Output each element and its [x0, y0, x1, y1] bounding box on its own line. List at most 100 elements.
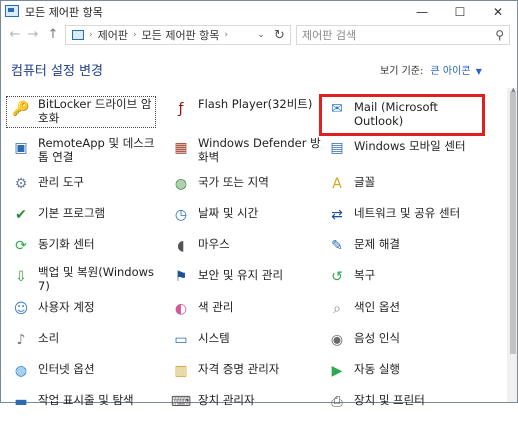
- search-placeholder: 제어판 검색: [302, 29, 357, 42]
- control-panel-item[interactable]: ⌕ 색인 옵션: [322, 296, 478, 328]
- system-icon: ▭: [174, 332, 188, 348]
- control-panel-item[interactable]: ⚙ 관리 도구: [6, 171, 162, 203]
- control-panel-item[interactable]: ⇄ 네트워크 및 공유 센터: [322, 202, 478, 234]
- control-panel-item[interactable]: A 글꼴: [322, 171, 478, 203]
- refresh-button[interactable]: ↻: [269, 25, 291, 45]
- control-panel-item[interactable]: ⇩ 백업 및 복원(Windows 7): [6, 264, 162, 296]
- internet-options-icon: ◍: [14, 363, 28, 379]
- item-label: Windows 모바일 센터: [354, 139, 466, 153]
- control-panel-item[interactable]: ▭ 시스템: [166, 327, 322, 359]
- mobility-center-icon: ▤: [330, 140, 344, 156]
- item-label: 복구: [354, 268, 376, 282]
- control-panel-item[interactable]: ♪ 소리: [6, 327, 162, 359]
- fonts-icon: A: [332, 176, 342, 192]
- breadcrumb-separator-icon: ›: [224, 30, 229, 40]
- control-panel-item[interactable]: ⎙ 장치 및 프린터: [322, 389, 478, 421]
- item-label: 소리: [38, 331, 60, 345]
- control-panel-item[interactable]: ◷ 날짜 및 시간: [166, 202, 322, 234]
- item-label: 인터넷 옵션: [38, 362, 95, 376]
- network-icon: ⇄: [331, 207, 343, 223]
- item-label: 자격 증명 관리자: [198, 362, 280, 376]
- autoplay-icon: ▶: [331, 363, 343, 379]
- search-icon[interactable]: ⚲: [495, 28, 504, 42]
- highlight-box: [319, 94, 485, 136]
- control-panel-item[interactable]: ↺ 복구: [322, 264, 478, 296]
- devices-printers-icon: ⎙: [331, 394, 343, 410]
- recovery-icon: ↺: [331, 269, 343, 285]
- control-panel-item[interactable]: ✔ 기본 프로그램: [6, 202, 162, 234]
- sync-center-icon: ⟳: [15, 238, 27, 254]
- backup-icon: ⇩: [15, 269, 27, 285]
- item-label: 자동 실행: [354, 362, 400, 376]
- item-label: 백업 및 복원(Windows 7): [38, 265, 155, 293]
- control-panel-item[interactable]: ▥ 자격 증명 관리자: [166, 358, 322, 390]
- control-panel-item[interactable]: ◐ 색 관리: [166, 296, 322, 328]
- device-manager-icon: ⌨: [170, 394, 192, 410]
- item-label: 보안 및 유지 관리: [198, 268, 284, 282]
- control-panel-item[interactable]: ☺ 사용자 계정: [6, 296, 162, 328]
- breadcrumb-control-panel[interactable]: 제어판: [98, 27, 128, 43]
- control-panel-icon: [72, 30, 84, 40]
- control-panel-item[interactable]: ⌨ 장치 관리자: [166, 389, 322, 421]
- search-input[interactable]: 제어판 검색 ⚲: [296, 25, 510, 45]
- control-panel-item[interactable]: ◍ 인터넷 옵션: [6, 358, 162, 390]
- item-label: 국가 또는 지역: [198, 175, 269, 189]
- credential-manager-icon: ▥: [174, 363, 188, 379]
- control-panel-item[interactable]: ▣ RemoteApp 및 데스크톱 연결: [6, 135, 162, 167]
- item-label: 글꼴: [354, 175, 376, 189]
- control-panel-item[interactable]: ▦ Windows Defender 방화벽: [166, 135, 322, 167]
- control-panel-icon: [5, 5, 19, 17]
- control-panel-item[interactable]: ▬ 작업 표시줄 및 탐색: [6, 389, 162, 421]
- region-icon: ◍: [174, 176, 188, 192]
- control-panel-item[interactable]: ▤ Windows 모바일 센터: [322, 135, 478, 167]
- control-panel-item[interactable]: 🔑 BitLocker 드라이브 암호화: [6, 96, 156, 128]
- forward-arrow-icon[interactable]: →: [25, 27, 41, 43]
- item-label: 문제 해결: [354, 237, 400, 251]
- page-title: 컴퓨터 설정 변경: [11, 64, 103, 79]
- view-by-label: 보기 기준:: [380, 66, 424, 77]
- control-panel-item[interactable]: ◍ 국가 또는 지역: [166, 171, 322, 203]
- bitlocker-icon: 🔑: [12, 101, 30, 117]
- speech-icon: ◉: [330, 332, 344, 348]
- item-label: 동기화 센터: [38, 237, 95, 251]
- item-label: 장치 관리자: [198, 393, 255, 407]
- scrollbar-thumb[interactable]: [510, 92, 516, 354]
- maximize-button[interactable]: ☐: [441, 1, 479, 23]
- breadcrumb-separator-icon: ›: [89, 30, 93, 40]
- item-label: BitLocker 드라이브 암호화: [38, 97, 152, 125]
- item-label: 음성 인식: [354, 331, 400, 345]
- control-panel-item[interactable]: ◉ 음성 인식: [322, 327, 478, 359]
- item-label: 네트워크 및 공유 센터: [354, 206, 461, 220]
- item-label: 관리 도구: [38, 175, 84, 189]
- flash-icon: ƒ: [178, 101, 184, 117]
- control-panel-item[interactable]: ⟳ 동기화 센터: [6, 233, 162, 265]
- color-management-icon: ◐: [174, 301, 188, 317]
- sound-icon: ♪: [16, 332, 26, 348]
- breadcrumb-separator-icon: ›: [132, 30, 137, 40]
- item-label: 작업 표시줄 및 탐색: [38, 393, 134, 407]
- item-label: 사용자 계정: [38, 300, 95, 314]
- user-accounts-icon: ☺: [13, 301, 29, 317]
- title-bar: 모든 제어판 항목 — ☐ ✕: [1, 1, 517, 23]
- breadcrumb-all-items[interactable]: 모든 제어판 항목: [142, 27, 220, 43]
- minimize-button[interactable]: —: [403, 1, 441, 23]
- control-panel-item[interactable]: ▶ 자동 실행: [322, 358, 478, 390]
- control-panel-item[interactable]: ⚑ 보안 및 유지 관리: [166, 264, 322, 296]
- up-arrow-icon[interactable]: ↑: [45, 27, 61, 43]
- control-panel-item[interactable]: ƒ Flash Player(32비트): [166, 96, 322, 128]
- address-history-chevron-icon[interactable]: ⌄: [251, 25, 271, 45]
- back-arrow-icon[interactable]: ←: [7, 27, 23, 43]
- item-label: 날짜 및 시간: [198, 206, 259, 220]
- chevron-down-icon[interactable]: ▼: [476, 67, 482, 76]
- view-by-dropdown[interactable]: 큰 아이콘: [431, 66, 471, 77]
- security-flag-icon: ⚑: [174, 269, 188, 285]
- navigation-bar: ← → ↑ › 제어판 › 모든 제어판 항목 › ⌄ ↻ 제어판 검색 ⚲: [1, 23, 517, 47]
- datetime-icon: ◷: [174, 207, 188, 223]
- firewall-icon: ▦: [174, 140, 188, 156]
- item-label: 장치 및 프린터: [354, 393, 425, 407]
- default-programs-icon: ✔: [15, 207, 27, 223]
- indexing-icon: ⌕: [333, 301, 341, 317]
- close-button[interactable]: ✕: [479, 1, 517, 23]
- control-panel-item[interactable]: ◖ 마우스: [166, 233, 322, 265]
- control-panel-item[interactable]: ✎ 문제 해결: [322, 233, 478, 265]
